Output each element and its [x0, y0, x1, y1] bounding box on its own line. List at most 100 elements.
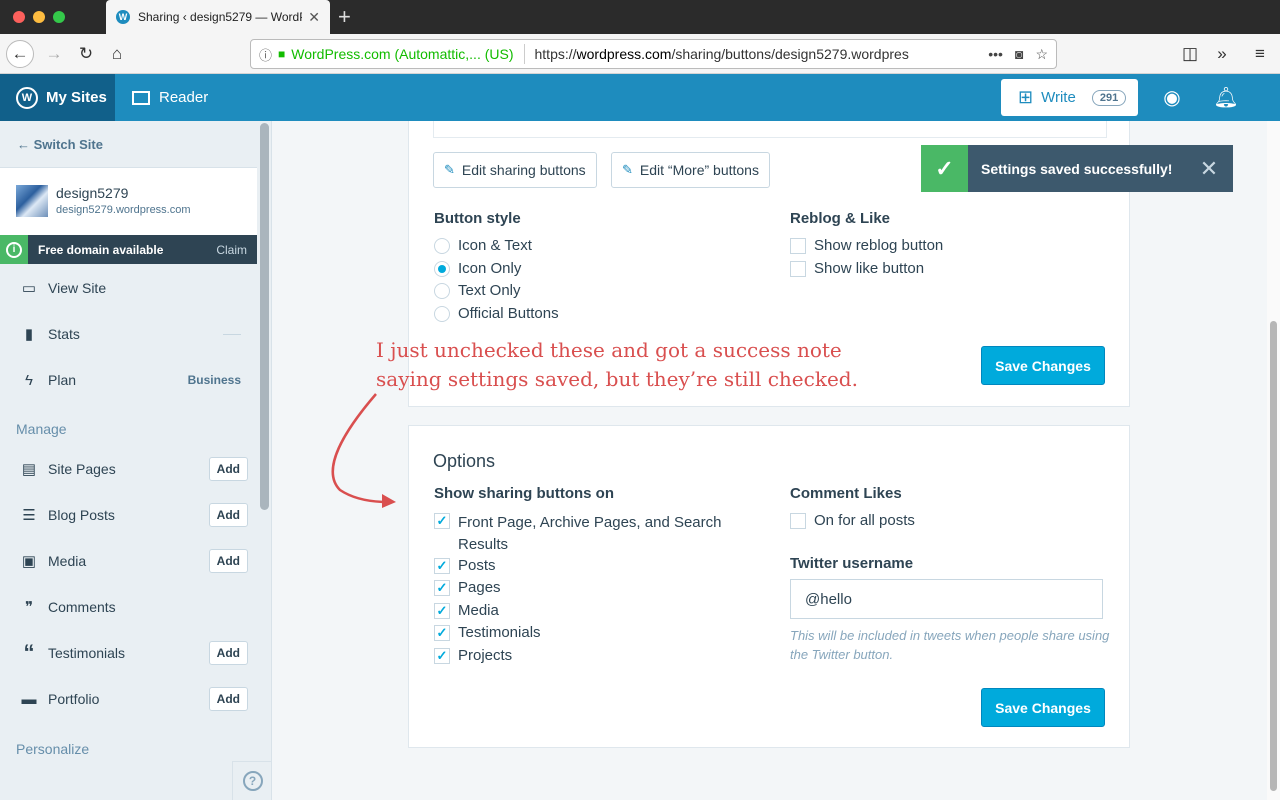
masterbar: W My Sites Reader ⊞ Write 291 ◉ 🔔︎ — [0, 74, 1280, 121]
pocket-icon[interactable]: ◙ — [1015, 46, 1023, 63]
add-media-button[interactable]: Add — [208, 549, 248, 573]
sidebar-item-site-pages[interactable]: ▤ Site Pages Add — [0, 448, 257, 490]
close-window-button[interactable] — [13, 11, 25, 23]
pencil-icon: ✎ — [444, 162, 455, 177]
twitter-username-input[interactable]: @hello — [790, 579, 1103, 619]
write-label: Write — [1041, 89, 1076, 106]
save-changes-button[interactable]: Save Changes — [981, 688, 1105, 727]
write-button[interactable]: ⊞ Write 291 — [1001, 79, 1138, 116]
profile-avatar-icon[interactable]: ◉ — [1160, 85, 1184, 109]
close-notice-icon[interactable]: ✕ — [1185, 156, 1233, 182]
checkbox[interactable]: ✓ — [434, 513, 450, 529]
sidebar-item-label: Stats — [48, 326, 80, 342]
site-url: design5279.wordpress.com — [56, 204, 191, 216]
checkbox-comment-likes[interactable]: On for all posts — [790, 512, 915, 529]
checkbox-show-like[interactable]: Show like button — [790, 260, 924, 277]
maximize-window-button[interactable] — [53, 11, 65, 23]
notifications-bell-icon[interactable]: 🔔︎ — [1213, 85, 1238, 109]
checkbox-posts[interactable]: ✓ Posts — [434, 557, 496, 574]
sidebar-item-label: Site Pages — [48, 461, 116, 477]
home-button[interactable]: ⌂ — [103, 40, 131, 68]
posts-icon: ☰ — [22, 507, 36, 524]
checkbox-media[interactable]: ✓ Media — [434, 602, 499, 619]
checkbox-front-page[interactable]: ✓ Front Page, Archive Pages, and Search … — [434, 512, 722, 556]
radio-button[interactable] — [434, 237, 450, 254]
tab-close-icon[interactable]: ✕ — [308, 9, 320, 26]
browser-tab[interactable]: W Sharing ‹ design5279 — WordP ✕ — [106, 0, 330, 34]
tab-title: Sharing ‹ design5279 — WordP — [138, 10, 303, 24]
radio-official-buttons[interactable]: Official Buttons — [434, 305, 559, 322]
sidebar-item-blog-posts[interactable]: ☰ Blog Posts Add — [0, 494, 257, 536]
current-site-card[interactable]: design5279 design5279.wordpress.com — [0, 167, 257, 235]
checkbox-show-reblog[interactable]: Show reblog button — [790, 237, 943, 254]
sidebar-item-portfolio[interactable]: ▬ Portfolio Add — [0, 678, 257, 720]
sidebar-item-comments[interactable]: ❞ Comments — [0, 586, 257, 628]
sidebar-item-label: Media — [48, 553, 87, 569]
add-testimonial-button[interactable]: Add — [208, 641, 248, 665]
checkbox[interactable]: ✓ — [434, 624, 450, 641]
radio-button[interactable] — [434, 282, 450, 299]
reload-button[interactable]: ↻ — [72, 40, 100, 68]
sidebar-item-testimonials[interactable]: “ Testimonials Add — [0, 632, 257, 674]
reader-button[interactable]: Reader — [132, 74, 208, 121]
site-name: design5279 — [56, 185, 129, 201]
add-portfolio-button[interactable]: Add — [208, 687, 248, 711]
radio-button[interactable] — [434, 305, 450, 322]
info-icon: i — [0, 235, 28, 264]
page-scrollbar-thumb[interactable] — [1270, 321, 1277, 791]
more-actions-icon[interactable]: ••• — [988, 46, 1003, 63]
back-button[interactable]: ← — [6, 40, 34, 68]
sidebar-item-stats[interactable]: ▮ Stats — [0, 313, 257, 355]
edit-sharing-buttons-button[interactable]: ✎ Edit sharing buttons — [433, 152, 597, 188]
checkmark-icon: ✓ — [921, 145, 968, 192]
hamburger-menu-icon[interactable]: ≡ — [1246, 40, 1274, 68]
checkbox[interactable] — [790, 260, 806, 277]
checkbox[interactable]: ✓ — [434, 557, 450, 574]
sidebar-item-label: Plan — [48, 372, 77, 388]
url-bar[interactable]: ⓘ ■ WordPress.com (Automattic,... (US) h… — [250, 39, 1057, 69]
checkbox[interactable] — [790, 237, 806, 254]
minimize-window-button[interactable] — [33, 11, 45, 23]
my-sites-button[interactable]: W My Sites — [0, 74, 115, 121]
page-scrollbar[interactable] — [1267, 121, 1280, 800]
radio-icon-only[interactable]: Icon Only — [434, 260, 521, 277]
info-icon[interactable]: ⓘ — [259, 45, 272, 64]
sidebar-scrollbar[interactable] — [260, 123, 269, 510]
radio-text-only[interactable]: Text Only — [434, 282, 521, 299]
free-domain-banner[interactable]: i Free domain available Claim — [0, 235, 257, 264]
switch-site-link[interactable]: ← Switch Site — [17, 137, 103, 152]
drafts-count-badge[interactable]: 291 — [1091, 89, 1127, 106]
save-changes-button[interactable]: Save Changes — [981, 346, 1105, 385]
overflow-menu-icon[interactable]: » — [1208, 40, 1236, 68]
reblog-like-label: Reblog & Like — [790, 210, 891, 227]
checkbox[interactable] — [790, 512, 806, 529]
sidebar-item-media[interactable]: ▣ Media Add — [0, 540, 257, 582]
checkbox[interactable]: ✓ — [434, 647, 450, 664]
monitor-icon: ▭ — [21, 280, 37, 297]
lock-icon: ■ — [278, 47, 286, 61]
sidebar-toggle-icon[interactable]: ◫ — [1176, 40, 1204, 68]
help-button[interactable]: ? — [232, 761, 272, 800]
forward-button[interactable]: → — [40, 40, 68, 68]
my-sites-label: My Sites — [46, 89, 107, 106]
reader-label: Reader — [159, 89, 209, 106]
radio-icon-text[interactable]: Icon & Text — [434, 237, 532, 254]
sidebar-item-plan[interactable]: ϟ Plan Business — [0, 359, 257, 401]
free-domain-text: Free domain available — [38, 242, 164, 257]
checkbox[interactable]: ✓ — [434, 579, 450, 596]
checkbox-testimonials[interactable]: ✓ Testimonials — [434, 624, 541, 641]
new-tab-button[interactable]: + — [338, 4, 351, 30]
checkbox[interactable]: ✓ — [434, 602, 450, 619]
sidebar-item-view-site[interactable]: ▭ View Site — [0, 267, 257, 309]
checkbox-projects[interactable]: ✓ Projects — [434, 647, 512, 664]
claim-link[interactable]: Claim — [216, 243, 247, 257]
plan-bolt-icon: ϟ — [25, 371, 33, 389]
edit-more-buttons-button[interactable]: ✎ Edit “More” buttons — [611, 152, 770, 188]
checkbox-pages[interactable]: ✓ Pages — [434, 579, 501, 596]
pencil-icon: ✎ — [622, 162, 633, 177]
radio-button[interactable] — [434, 260, 450, 277]
bookmark-star-icon[interactable]: ☆ — [1035, 46, 1048, 63]
add-site-page-button[interactable]: Add — [208, 457, 248, 481]
add-blog-post-button[interactable]: Add — [208, 503, 248, 527]
site-identity: WordPress.com (Automattic,... (US) — [291, 46, 514, 62]
